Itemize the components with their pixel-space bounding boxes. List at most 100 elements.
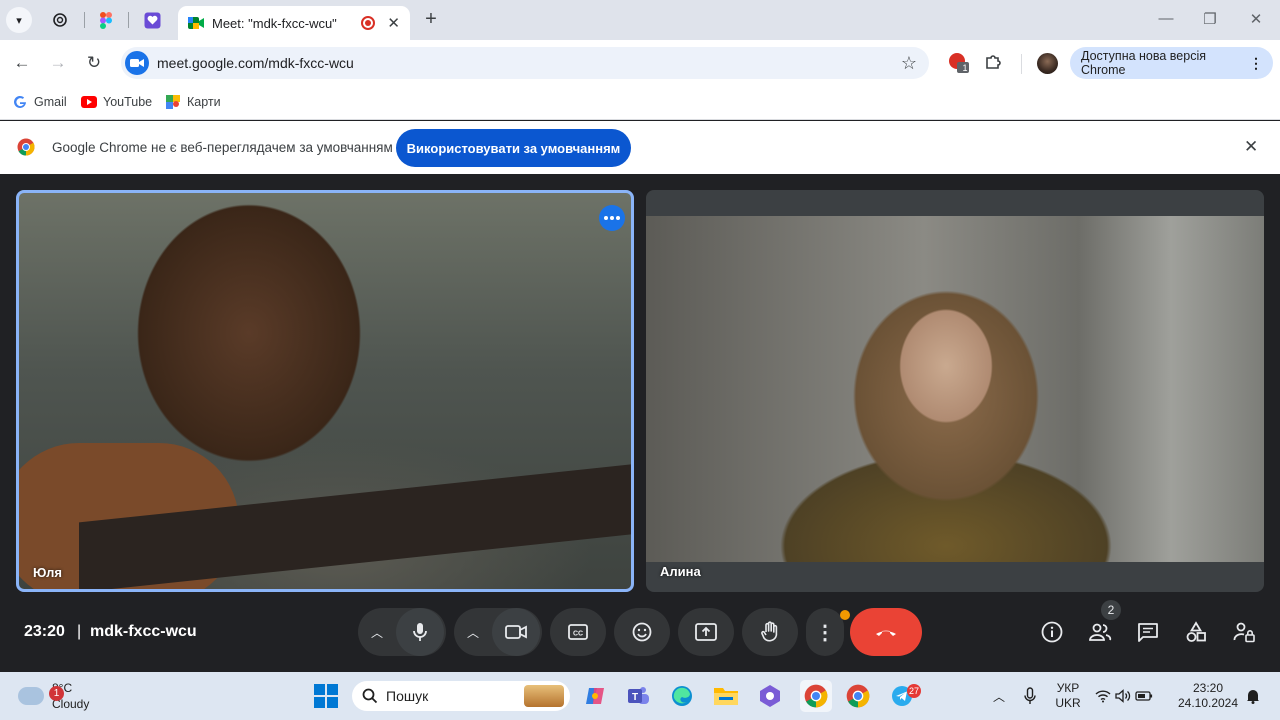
folder-icon bbox=[714, 688, 738, 705]
battery-icon bbox=[1135, 691, 1153, 701]
raise-hand-button[interactable] bbox=[742, 608, 798, 656]
audio-settings-button[interactable]: ︿ bbox=[358, 608, 396, 656]
present-button[interactable] bbox=[678, 608, 734, 656]
clock-time: 23:20 bbox=[1192, 681, 1224, 695]
maps-icon bbox=[165, 94, 181, 110]
mic-control-group: ︿ bbox=[358, 608, 446, 656]
wifi-icon bbox=[1095, 690, 1111, 703]
pinned-tab-chatgpt[interactable] bbox=[48, 8, 72, 32]
present-icon bbox=[695, 623, 717, 641]
taskbar-copilot[interactable] bbox=[581, 682, 609, 710]
taskbar-search[interactable]: Пошук bbox=[352, 681, 570, 711]
url-text[interactable]: meet.google.com/mdk-fxcc-wcu bbox=[157, 55, 901, 71]
address-bar[interactable]: meet.google.com/mdk-fxcc-wcu ☆ bbox=[121, 47, 929, 79]
extension-recorder-button[interactable]: 1 bbox=[948, 52, 970, 74]
chevron-up-icon: ︿ bbox=[370, 625, 383, 640]
taskbar-chrome-active[interactable] bbox=[800, 680, 832, 712]
profile-avatar[interactable] bbox=[1037, 53, 1058, 74]
chat-button[interactable] bbox=[1134, 618, 1162, 646]
bookmark-label: YouTube bbox=[103, 95, 153, 109]
arrow-left-icon: ← bbox=[13, 53, 31, 72]
quick-settings-button[interactable] bbox=[1094, 682, 1154, 710]
search-icon bbox=[362, 688, 378, 704]
tab-search-button[interactable]: ▾ bbox=[6, 7, 32, 33]
copilot-icon bbox=[586, 688, 604, 704]
tile-more-options-button[interactable] bbox=[599, 205, 625, 231]
people-icon bbox=[1089, 623, 1112, 641]
notifications-button[interactable] bbox=[1239, 682, 1267, 710]
default-browser-infobar: Google Chrome не є веб-переглядачем за у… bbox=[0, 121, 1280, 174]
windows-taskbar: 1 8°C Cloudy Пошук T 27 ︿ УКР bbox=[0, 672, 1280, 720]
tab-title: Meet: "mdk-fxcc-wcu" bbox=[212, 15, 337, 31]
more-options-icon: ⋮ bbox=[815, 621, 835, 644]
edge-icon bbox=[672, 686, 692, 706]
tab-meet[interactable]: Meet: "mdk-fxcc-wcu" ✕ bbox=[178, 6, 410, 40]
start-button[interactable] bbox=[312, 682, 340, 710]
set-default-button[interactable]: Використовувати за умовчанням bbox=[396, 129, 631, 167]
tab-close-button[interactable]: ✕ bbox=[387, 14, 400, 32]
taskbar-file-explorer[interactable] bbox=[712, 682, 740, 710]
chevron-up-icon: ︿ bbox=[466, 625, 479, 640]
chrome-icon bbox=[804, 684, 828, 708]
show-hidden-icons-button[interactable]: ︿ bbox=[985, 682, 1013, 710]
camera-button[interactable] bbox=[492, 608, 540, 656]
minimize-button[interactable]: — bbox=[1156, 10, 1176, 27]
activities-button[interactable] bbox=[1182, 618, 1210, 646]
taskbar-edge[interactable] bbox=[668, 682, 696, 710]
clock[interactable]: 23:20 24.10.2024 bbox=[1176, 681, 1240, 711]
update-label: Доступна нова версія Chrome bbox=[1081, 49, 1206, 77]
participant-name: Алина bbox=[660, 564, 701, 579]
bookmark-maps[interactable]: Карти bbox=[165, 94, 221, 110]
participant-tile-alina[interactable]: Алина bbox=[646, 190, 1264, 592]
close-window-button[interactable]: ✕ bbox=[1246, 10, 1266, 28]
heart-shield-icon bbox=[144, 12, 160, 28]
end-call-icon bbox=[876, 630, 896, 636]
reload-button[interactable]: ↻ bbox=[81, 50, 107, 76]
host-controls-button[interactable] bbox=[1230, 618, 1258, 646]
taskbar-app[interactable] bbox=[756, 682, 784, 710]
weather-badge: 1 bbox=[49, 686, 64, 701]
chrome-update-button[interactable]: Доступна нова версія Chrome ⋮ bbox=[1070, 47, 1273, 79]
tab-separator bbox=[84, 12, 85, 28]
extensions-button[interactable] bbox=[983, 52, 1005, 74]
pinned-tab-extension[interactable] bbox=[140, 8, 164, 32]
taskbar-teams[interactable]: T bbox=[624, 682, 652, 710]
people-count-badge: 2 bbox=[1101, 600, 1121, 620]
notification-dot bbox=[840, 610, 850, 620]
site-info-icon[interactable] bbox=[125, 51, 149, 75]
reactions-button[interactable] bbox=[614, 608, 670, 656]
more-options-button[interactable]: ⋮ bbox=[806, 608, 844, 656]
meeting-details-button[interactable] bbox=[1038, 618, 1066, 646]
people-button[interactable] bbox=[1086, 618, 1114, 646]
arrow-right-icon: → bbox=[49, 53, 67, 72]
svg-text:CC: CC bbox=[573, 631, 583, 638]
telegram-badge: 27 bbox=[907, 684, 921, 698]
video-settings-button[interactable]: ︿ bbox=[454, 608, 492, 656]
taskbar-chrome-profile[interactable] bbox=[844, 682, 872, 710]
forward-button[interactable]: → bbox=[45, 50, 71, 76]
recording-icon bbox=[361, 16, 376, 30]
bookmark-gmail[interactable]: Gmail bbox=[12, 94, 67, 110]
tab-separator bbox=[128, 12, 129, 28]
new-tab-button[interactable]: + bbox=[420, 8, 442, 30]
pinned-tab-figma[interactable] bbox=[94, 8, 118, 32]
bookmark-youtube[interactable]: YouTube bbox=[81, 94, 152, 110]
weather-widget[interactable]: 1 8°C Cloudy bbox=[18, 680, 89, 712]
microphone-button[interactable] bbox=[396, 608, 444, 656]
language-indicator[interactable]: УКР UKR bbox=[1052, 681, 1084, 711]
bookmark-star-icon[interactable]: ☆ bbox=[901, 53, 917, 74]
back-button[interactable]: ← bbox=[9, 50, 35, 76]
search-placeholder: Пошук bbox=[386, 688, 429, 704]
restore-button[interactable]: ❐ bbox=[1200, 10, 1220, 28]
end-call-button[interactable] bbox=[850, 608, 922, 656]
bookmark-label: Карти bbox=[187, 95, 221, 109]
meeting-code: mdk-fxcc-wcu bbox=[90, 623, 197, 640]
microphone-icon bbox=[1024, 687, 1036, 704]
infobar-close-button[interactable]: ✕ bbox=[1244, 137, 1258, 157]
camera-icon bbox=[505, 625, 527, 639]
microphone-tray-button[interactable] bbox=[1016, 682, 1044, 710]
captions-button[interactable]: CC bbox=[550, 608, 606, 656]
extension-badge: 1 bbox=[962, 63, 968, 73]
lock-person-icon bbox=[1233, 622, 1255, 643]
participant-tile-yulia[interactable]: Юля bbox=[16, 190, 634, 592]
